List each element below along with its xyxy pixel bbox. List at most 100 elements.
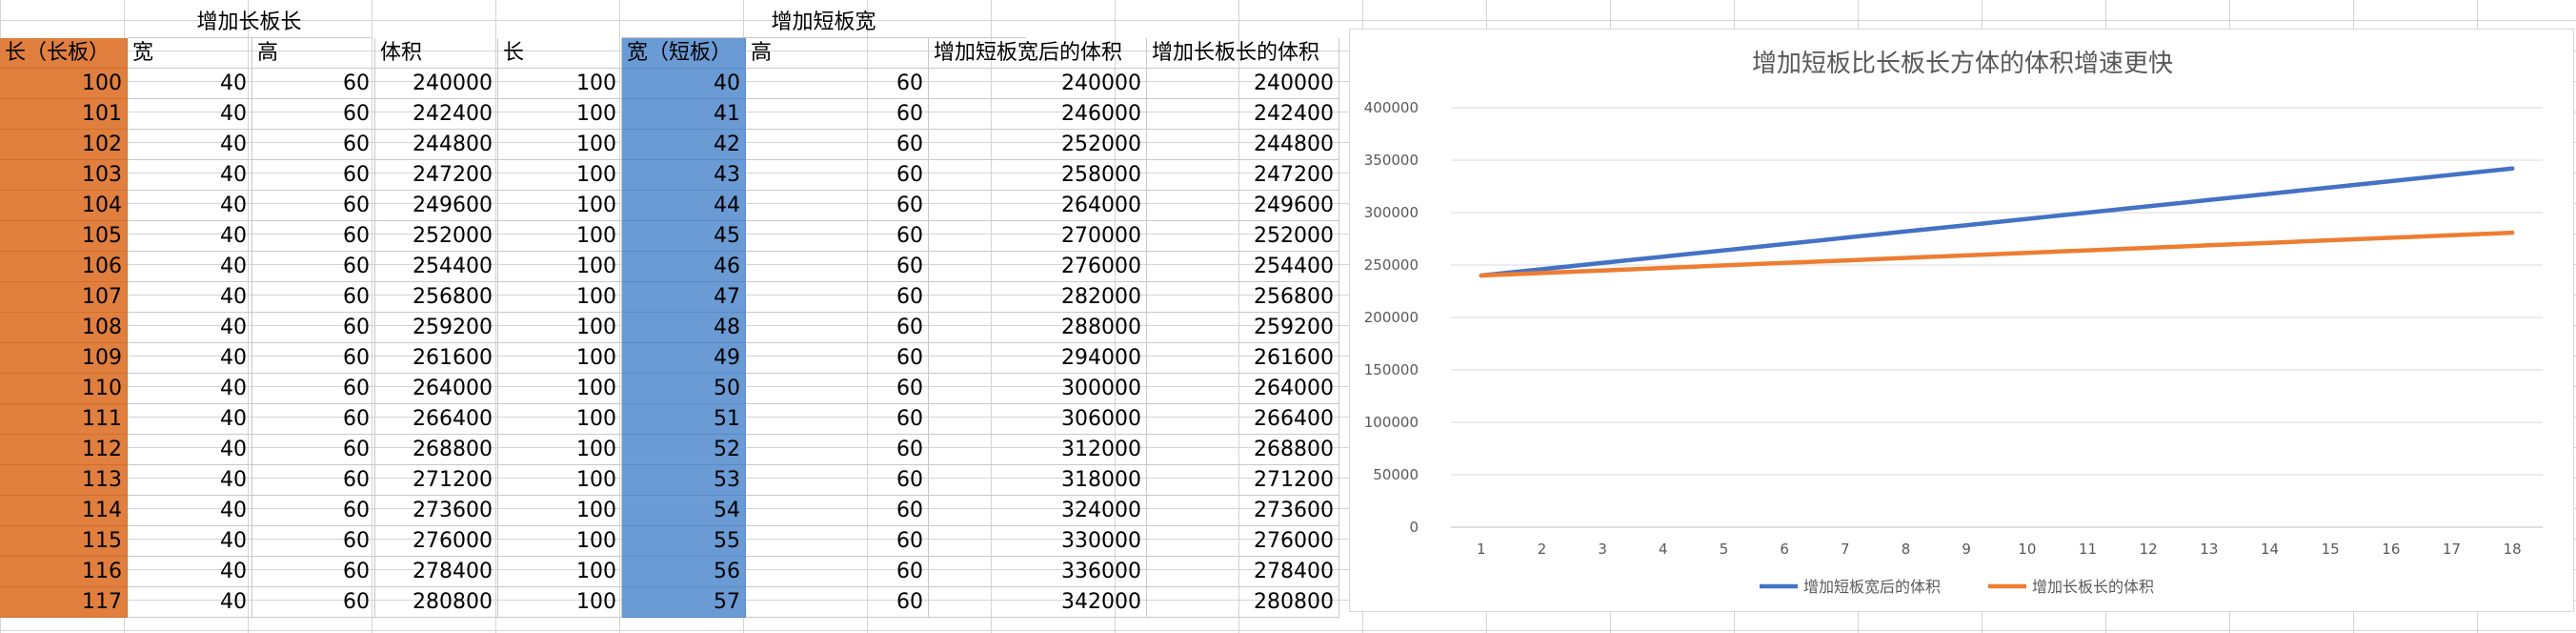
table-cell[interactable]: 53 — [622, 465, 746, 496]
table-cell[interactable]: 40 — [128, 252, 252, 282]
table-cell[interactable]: 40 — [128, 496, 252, 526]
table-cell[interactable]: 102 — [0, 130, 128, 160]
table-cell[interactable]: 252000 — [929, 130, 1147, 160]
table-cell[interactable]: 60 — [252, 282, 375, 313]
table-cell[interactable]: 60 — [746, 69, 929, 99]
table-cell[interactable]: 49 — [622, 343, 746, 374]
group-title-short[interactable]: 增加短板宽 — [622, 8, 1026, 38]
table-cell[interactable]: 40 — [128, 557, 252, 587]
table-cell[interactable]: 254400 — [375, 252, 498, 282]
table-cell[interactable]: 268800 — [1147, 435, 1339, 465]
table-cell[interactable]: 107 — [0, 282, 128, 313]
table-cell[interactable]: 60 — [746, 435, 929, 465]
table-cell[interactable]: 247200 — [375, 160, 498, 191]
table-cell[interactable]: 114 — [0, 496, 128, 526]
table-cell[interactable]: 60 — [252, 191, 375, 221]
table-cell[interactable]: 100 — [498, 465, 622, 496]
table-cell[interactable]: 100 — [498, 374, 622, 404]
table-cell[interactable]: 54 — [622, 496, 746, 526]
table-cell[interactable]: 108 — [0, 313, 128, 343]
table-cell[interactable]: 271200 — [375, 465, 498, 496]
table-cell[interactable]: 40 — [128, 221, 252, 252]
table-cell[interactable]: 246000 — [929, 99, 1147, 130]
table-cell[interactable]: 266400 — [375, 404, 498, 435]
table-cell[interactable]: 278400 — [375, 557, 498, 587]
table-cell[interactable]: 264000 — [929, 191, 1147, 221]
header-cell[interactable]: 高 — [252, 38, 375, 69]
table-cell[interactable]: 261600 — [375, 343, 498, 374]
table-cell[interactable]: 259200 — [1147, 313, 1339, 343]
header-cell[interactable]: 长 — [498, 38, 622, 69]
table-cell[interactable]: 249600 — [1147, 191, 1339, 221]
header-cell[interactable]: 高 — [746, 38, 929, 69]
table-cell[interactable]: 330000 — [929, 526, 1147, 557]
group-title-long[interactable]: 增加长板长 — [128, 8, 372, 38]
table-cell[interactable]: 40 — [128, 587, 252, 618]
table-cell[interactable]: 45 — [622, 221, 746, 252]
table-cell[interactable]: 40 — [128, 191, 252, 221]
table-cell[interactable]: 256800 — [1147, 282, 1339, 313]
table-cell[interactable]: 244800 — [1147, 130, 1339, 160]
table-cell[interactable]: 60 — [746, 130, 929, 160]
table-cell[interactable]: 60 — [746, 587, 929, 618]
table-cell[interactable]: 276000 — [375, 526, 498, 557]
table-cell[interactable]: 342000 — [929, 587, 1147, 618]
table-cell[interactable]: 280800 — [1147, 587, 1339, 618]
table-cell[interactable]: 100 — [498, 313, 622, 343]
table-cell[interactable]: 103 — [0, 160, 128, 191]
table-cell[interactable]: 48 — [622, 313, 746, 343]
table-cell[interactable]: 57 — [622, 587, 746, 618]
table-cell[interactable]: 40 — [128, 526, 252, 557]
table-cell[interactable]: 43 — [622, 160, 746, 191]
table-cell[interactable]: 40 — [128, 435, 252, 465]
table-cell[interactable]: 40 — [128, 69, 252, 99]
table-cell[interactable]: 60 — [252, 69, 375, 99]
table-cell[interactable]: 100 — [498, 496, 622, 526]
table-cell[interactable]: 56 — [622, 557, 746, 587]
table-cell[interactable]: 112 — [0, 435, 128, 465]
table-cell[interactable]: 288000 — [929, 313, 1147, 343]
table-cell[interactable]: 40 — [128, 404, 252, 435]
table-cell[interactable]: 278400 — [1147, 557, 1339, 587]
table-cell[interactable]: 60 — [746, 191, 929, 221]
table-cell[interactable]: 60 — [746, 160, 929, 191]
table-cell[interactable]: 106 — [0, 252, 128, 282]
table-cell[interactable]: 100 — [498, 526, 622, 557]
header-cell[interactable]: 宽（短板） — [622, 38, 746, 69]
header-cell[interactable]: 增加短板宽后的体积 — [929, 38, 1147, 69]
table-cell[interactable]: 40 — [128, 465, 252, 496]
table-cell[interactable]: 273600 — [1147, 496, 1339, 526]
table-cell[interactable]: 40 — [128, 282, 252, 313]
header-cell[interactable]: 体积 — [375, 38, 498, 69]
table-cell[interactable]: 252000 — [375, 221, 498, 252]
table-cell[interactable]: 244800 — [375, 130, 498, 160]
table-cell[interactable]: 276000 — [929, 252, 1147, 282]
table-cell[interactable]: 242400 — [375, 99, 498, 130]
table-cell[interactable]: 256800 — [375, 282, 498, 313]
table-cell[interactable]: 55 — [622, 526, 746, 557]
table-cell[interactable]: 115 — [0, 526, 128, 557]
table-cell[interactable]: 60 — [252, 221, 375, 252]
table-cell[interactable]: 247200 — [1147, 160, 1339, 191]
table-cell[interactable]: 60 — [252, 526, 375, 557]
table-cell[interactable]: 280800 — [375, 587, 498, 618]
table-cell[interactable]: 254400 — [1147, 252, 1339, 282]
table-cell[interactable]: 100 — [498, 69, 622, 99]
table-cell[interactable]: 282000 — [929, 282, 1147, 313]
table-cell[interactable]: 60 — [252, 160, 375, 191]
table-cell[interactable]: 60 — [252, 374, 375, 404]
table-cell[interactable]: 40 — [128, 130, 252, 160]
table-cell[interactable]: 276000 — [1147, 526, 1339, 557]
table-cell[interactable]: 117 — [0, 587, 128, 618]
table-cell[interactable]: 60 — [252, 465, 375, 496]
table-cell[interactable]: 100 — [498, 252, 622, 282]
table-cell[interactable]: 60 — [252, 557, 375, 587]
table-cell[interactable]: 111 — [0, 404, 128, 435]
table-cell[interactable]: 266400 — [1147, 404, 1339, 435]
table-cell[interactable]: 100 — [498, 130, 622, 160]
table-cell[interactable]: 60 — [746, 557, 929, 587]
table-cell[interactable]: 60 — [252, 99, 375, 130]
table-cell[interactable]: 60 — [252, 404, 375, 435]
table-cell[interactable]: 100 — [498, 221, 622, 252]
table-cell[interactable]: 318000 — [929, 465, 1147, 496]
